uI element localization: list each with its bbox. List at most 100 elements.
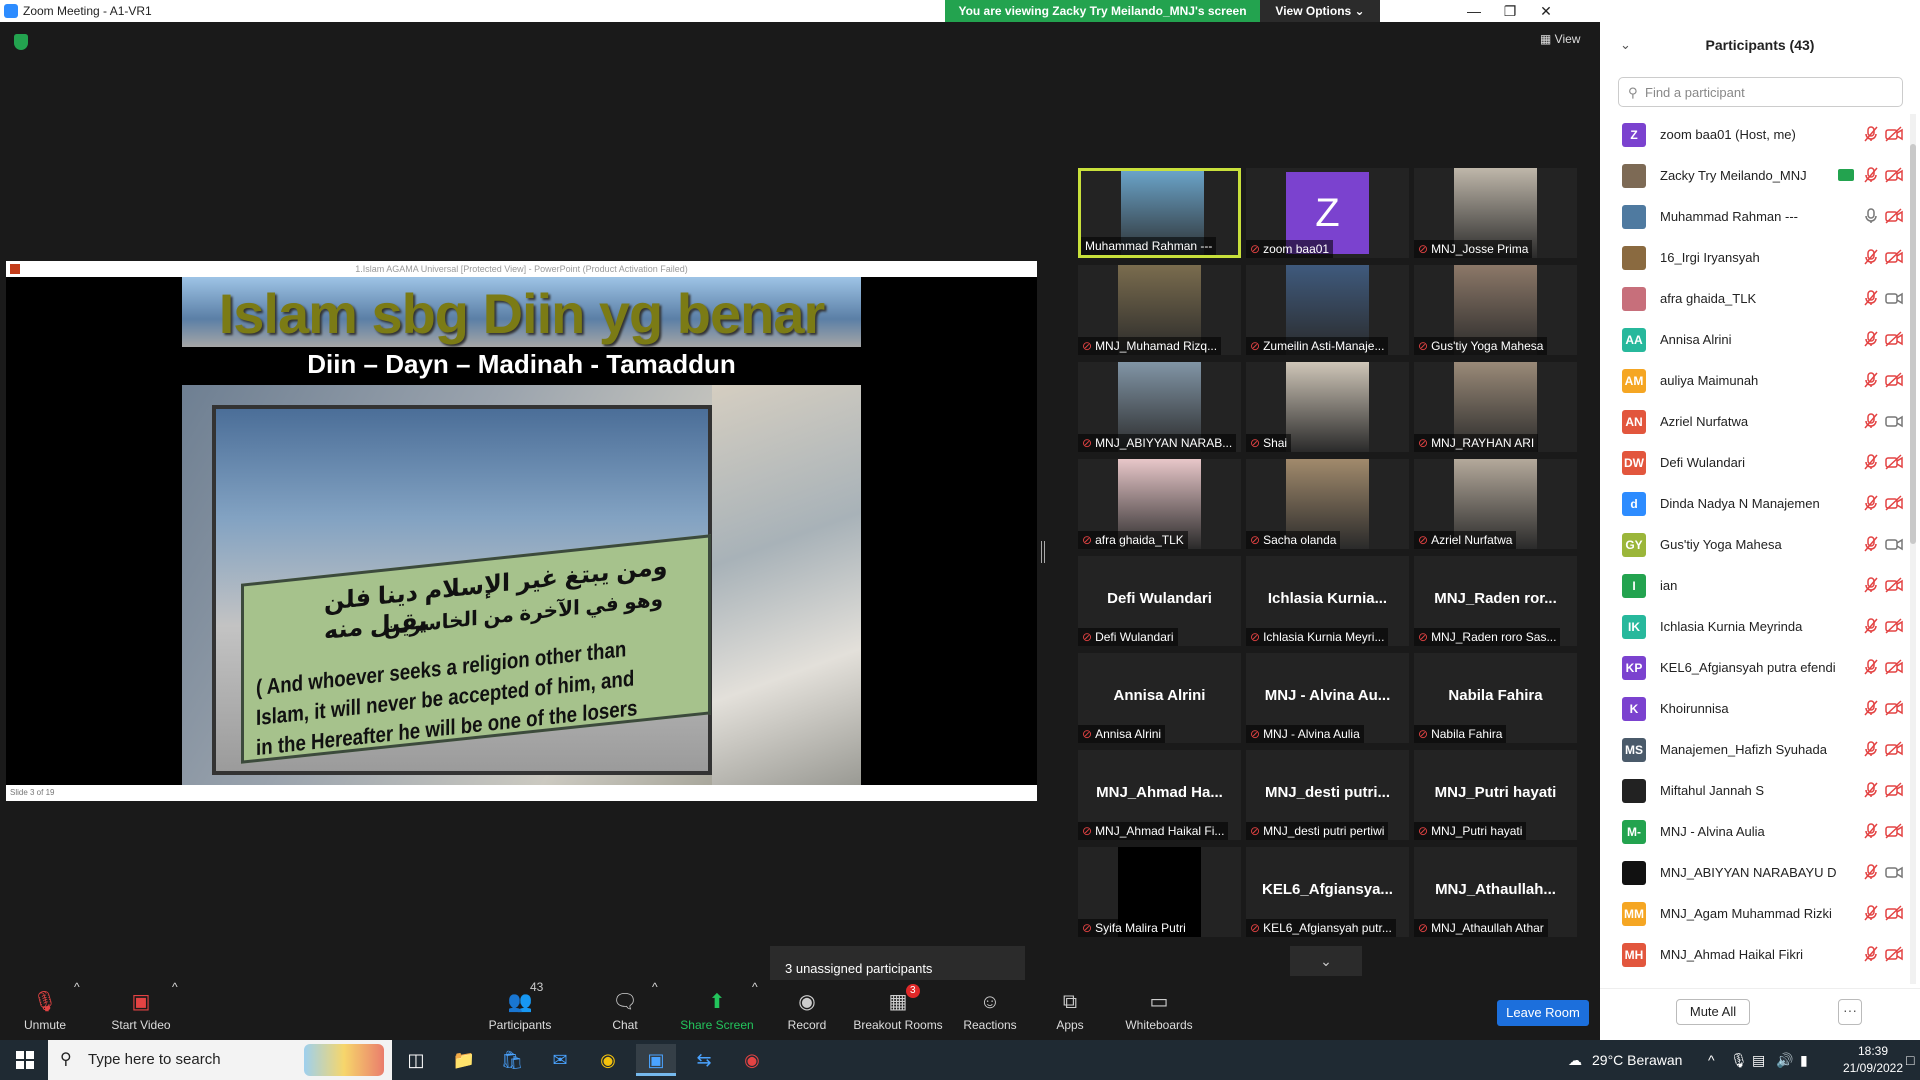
video-off-icon[interactable]: [1884, 207, 1904, 225]
participant-row[interactable]: 16_Irgi Iryansyah: [1600, 237, 1908, 278]
whiteboards-button[interactable]: ▭ Whiteboards: [1124, 980, 1194, 1040]
mic-muted-icon[interactable]: [1862, 535, 1880, 553]
participant-search-input[interactable]: ⚲ Find a participant: [1618, 77, 1903, 107]
breakout-rooms-button[interactable]: ▦ Breakout Rooms 3: [850, 980, 946, 1040]
participant-row[interactable]: M- MNJ - Alvina Aulia: [1600, 811, 1908, 852]
video-tile[interactable]: ⊘ MNJ_Muhamad Rizq...: [1078, 265, 1241, 355]
mic-muted-icon[interactable]: [1862, 330, 1880, 348]
video-tile[interactable]: ⊘ MNJ_RAYHAN ARI: [1414, 362, 1577, 452]
video-on-icon[interactable]: [1884, 412, 1904, 430]
mic-muted-icon[interactable]: [1862, 781, 1880, 799]
video-tile[interactable]: Z ⊘ zoom baa01: [1246, 168, 1409, 258]
participant-row[interactable]: Iian: [1600, 565, 1908, 606]
video-tile[interactable]: ⊘ Shai: [1246, 362, 1409, 452]
share-options-caret[interactable]: ^: [752, 980, 758, 1040]
video-off-icon[interactable]: [1884, 781, 1904, 799]
gallery-next-page-button[interactable]: ⌄: [1290, 946, 1362, 976]
mail-icon[interactable]: ✉: [540, 1044, 580, 1076]
security-shield-icon[interactable]: [14, 34, 28, 50]
volume-icon[interactable]: 🔊: [1776, 1040, 1793, 1080]
video-off-icon[interactable]: [1884, 494, 1904, 512]
network-icon[interactable]: ▤: [1752, 1040, 1765, 1080]
mic-muted-icon[interactable]: [1862, 904, 1880, 922]
task-view-icon[interactable]: ◫: [396, 1044, 436, 1076]
mic-muted-icon[interactable]: [1862, 658, 1880, 676]
participant-row[interactable]: IK Ichlasia Kurnia Meyrinda: [1600, 606, 1908, 647]
video-tile[interactable]: Ichlasia Kurnia... ⊘ Ichlasia Kurnia Meyri…: [1246, 556, 1409, 646]
windows-start-icon[interactable]: [16, 1051, 34, 1069]
unmute-button[interactable]: 🎙 Unmute: [20, 980, 70, 1040]
video-tile[interactable]: Nabila Fahira ⊘ Nabila Fahira: [1414, 653, 1577, 743]
mic-muted-icon[interactable]: [1862, 740, 1880, 758]
video-tile[interactable]: MNJ_Athaullah... ⊘ MNJ_Athaullah Athar: [1414, 847, 1577, 937]
video-on-icon[interactable]: [1884, 863, 1904, 881]
mic-on-icon[interactable]: [1862, 207, 1880, 225]
video-tile[interactable]: Annisa Alrini ⊘ Annisa Alrini: [1078, 653, 1241, 743]
mic-muted-icon[interactable]: [1862, 125, 1880, 143]
mic-muted-icon[interactable]: [1862, 453, 1880, 471]
mute-all-button[interactable]: Mute All: [1676, 999, 1750, 1025]
taskbar-clock[interactable]: 18:39 21/09/2022: [1840, 1043, 1906, 1077]
taskbar-search-box[interactable]: ⚲ Type here to search: [48, 1040, 392, 1080]
participant-row[interactable]: MS Manajemen_Hafizh Syuhada: [1600, 729, 1908, 770]
audio-options-caret[interactable]: ^: [74, 980, 80, 1040]
microphone-tray-icon[interactable]: 🎙: [1730, 1040, 1748, 1080]
mic-muted-icon[interactable]: [1862, 412, 1880, 430]
participant-row[interactable]: K Khoirunnisa: [1600, 688, 1908, 729]
start-video-button[interactable]: ▣ Start Video: [106, 980, 176, 1040]
video-tile[interactable]: ⊘ Azriel Nurfatwa: [1414, 459, 1577, 549]
participant-row[interactable]: GY Gus'tiy Yoga Mahesa: [1600, 524, 1908, 565]
video-options-caret[interactable]: ^: [172, 980, 178, 1040]
video-off-icon[interactable]: [1884, 576, 1904, 594]
mic-muted-icon[interactable]: [1862, 248, 1880, 266]
video-on-icon[interactable]: [1884, 535, 1904, 553]
record-button[interactable]: ◉ Record: [782, 980, 832, 1040]
microsoft-store-icon[interactable]: 🛍: [492, 1044, 532, 1076]
mic-muted-icon[interactable]: [1862, 945, 1880, 963]
video-off-icon[interactable]: [1884, 371, 1904, 389]
share-screen-button[interactable]: ⬆ Share Screen: [675, 980, 759, 1040]
close-icon[interactable]: ✕: [1523, 0, 1569, 22]
leave-room-button[interactable]: Leave Room: [1497, 1000, 1589, 1026]
weather-text[interactable]: 29°C Berawan: [1592, 1040, 1682, 1080]
participant-row[interactable]: AA Annisa Alrini: [1600, 319, 1908, 360]
video-tile[interactable]: MNJ_desti putri... ⊘ MNJ_desti putri perti…: [1246, 750, 1409, 840]
participant-row[interactable]: Zacky Try Meilando_MNJ: [1600, 155, 1908, 196]
video-off-icon[interactable]: [1884, 166, 1904, 184]
chrome-profile-icon[interactable]: ◉: [732, 1044, 772, 1076]
split-drag-handle[interactable]: [1041, 541, 1045, 563]
notifications-icon[interactable]: □: [1906, 1040, 1914, 1080]
participant-row[interactable]: DW Defi Wulandari: [1600, 442, 1908, 483]
participant-row[interactable]: Miftahul Jannah S: [1600, 770, 1908, 811]
video-off-icon[interactable]: [1884, 248, 1904, 266]
video-off-icon[interactable]: [1884, 453, 1904, 471]
video-off-icon[interactable]: [1884, 330, 1904, 348]
video-off-icon[interactable]: [1884, 125, 1904, 143]
participant-row[interactable]: MH MNJ_Ahmad Haikal Fikri: [1600, 934, 1908, 975]
battery-icon[interactable]: ▮: [1800, 1040, 1808, 1080]
video-tile[interactable]: Defi Wulandari ⊘ Defi Wulandari: [1078, 556, 1241, 646]
collapse-panel-icon[interactable]: ⌄: [1620, 22, 1631, 68]
video-tile[interactable]: MNJ_Raden ror... ⊘ MNJ_Raden roro Sas...: [1414, 556, 1577, 646]
participant-row[interactable]: Muhammad Rahman ---: [1600, 196, 1908, 237]
chrome-icon[interactable]: ◉: [588, 1044, 628, 1076]
participant-row[interactable]: KP KEL6_Afgiansyah putra efendi: [1600, 647, 1908, 688]
mic-muted-icon[interactable]: [1862, 289, 1880, 307]
mic-muted-icon[interactable]: [1862, 699, 1880, 717]
mic-muted-icon[interactable]: [1862, 494, 1880, 512]
video-tile[interactable]: ⊘ Zumeilin Asti-Manaje...: [1246, 265, 1409, 355]
video-tile[interactable]: KEL6_Afgiansya... ⊘ KEL6_Afgiansyah putr..…: [1246, 847, 1409, 937]
participant-row[interactable]: MM MNJ_Agam Muhammad Rizki: [1600, 893, 1908, 934]
mic-muted-icon[interactable]: [1862, 617, 1880, 635]
tray-overflow-icon[interactable]: ^: [1708, 1040, 1715, 1080]
mic-muted-icon[interactable]: [1862, 576, 1880, 594]
participant-list-scrollbar[interactable]: [1910, 114, 1916, 984]
video-tile[interactable]: ⊘ afra ghaida_TLK: [1078, 459, 1241, 549]
video-tile[interactable]: MNJ_Ahmad Ha... ⊘ MNJ_Ahmad Haikal Fi...: [1078, 750, 1241, 840]
teamviewer-icon[interactable]: ⇆: [684, 1044, 724, 1076]
mic-muted-icon[interactable]: [1862, 371, 1880, 389]
zoom-taskbar-icon[interactable]: ▣: [636, 1044, 676, 1076]
video-tile[interactable]: ⊘ Gus'tiy Yoga Mahesa: [1414, 265, 1577, 355]
reactions-button[interactable]: ☺ Reactions: [962, 980, 1018, 1040]
participant-row[interactable]: AM auliya Maimunah: [1600, 360, 1908, 401]
